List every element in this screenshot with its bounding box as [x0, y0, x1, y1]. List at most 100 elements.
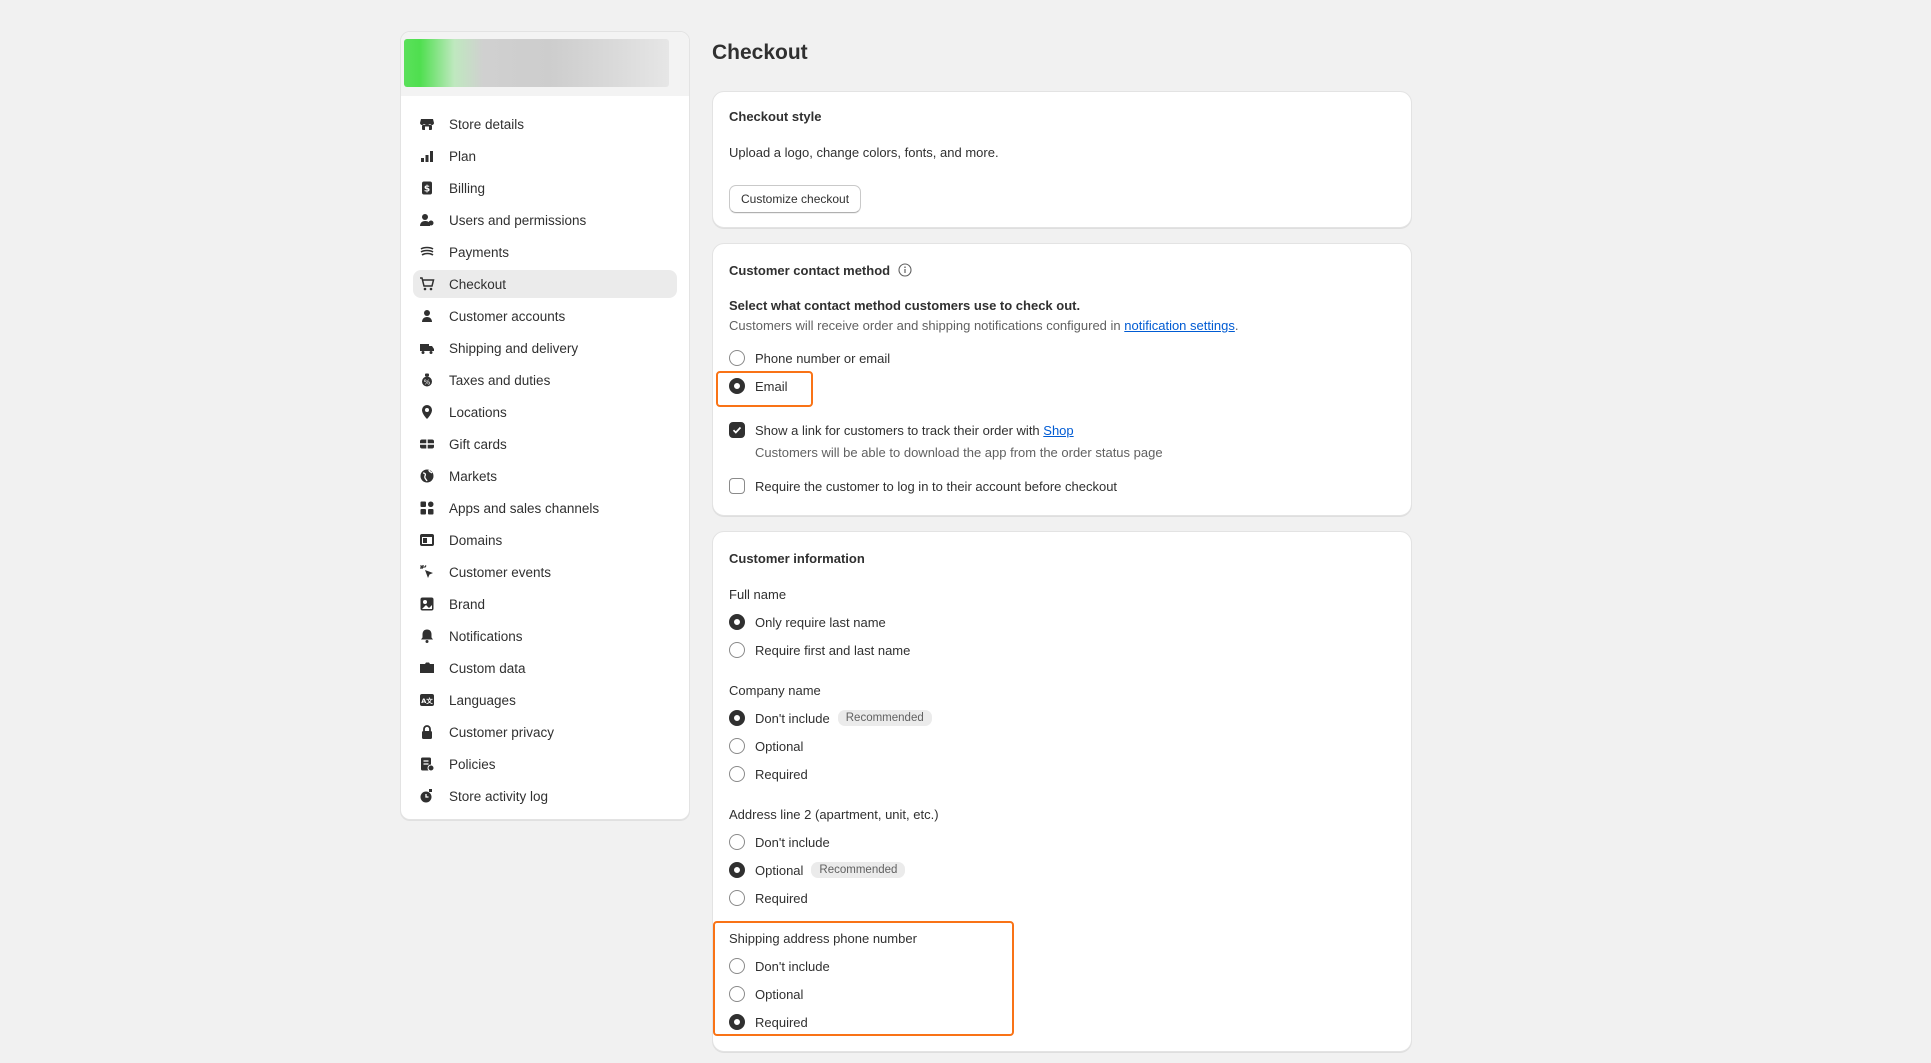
cursor-icon: [419, 564, 435, 580]
radio-address2-dont-include[interactable]: Don't include: [729, 832, 830, 852]
bell-icon: [419, 628, 435, 644]
sidebar-item-billing[interactable]: $ Billing: [413, 174, 677, 202]
svg-text:%: %: [424, 379, 431, 387]
full-name-label: Full name: [729, 587, 787, 602]
store-header[interactable]: [401, 32, 689, 96]
sidebar-item-label: Users and permissions: [449, 212, 587, 228]
require-login-checkbox-row[interactable]: Require the customer to log in to their …: [729, 476, 1117, 496]
sidebar-item-customer-privacy[interactable]: Customer privacy: [413, 718, 677, 746]
contact-method-title: Customer contact method: [729, 263, 891, 278]
radio-button[interactable]: [729, 710, 745, 726]
checkbox-label: Show a link for customers to track their…: [755, 423, 1074, 438]
radio-button[interactable]: [729, 766, 745, 782]
radio-button[interactable]: [729, 958, 745, 974]
cart-icon: [419, 276, 435, 292]
sidebar-item-apps[interactable]: Apps and sales channels: [413, 494, 677, 522]
sidebar-item-checkout[interactable]: Checkout: [413, 270, 677, 298]
contact-method-card: Customer contact method Select what cont…: [712, 243, 1412, 516]
notification-settings-link[interactable]: notification settings: [1124, 318, 1235, 333]
store-icon: [419, 116, 435, 132]
activity-icon: [419, 788, 435, 804]
radio-label: Optional: [755, 986, 804, 1002]
sidebar-item-label: Markets: [449, 468, 498, 484]
sidebar-item-taxes[interactable]: % Taxes and duties: [413, 366, 677, 394]
plan-icon: [419, 148, 435, 164]
sidebar-item-label: Checkout: [449, 276, 507, 292]
customize-checkout-button[interactable]: Customize checkout: [729, 185, 862, 213]
sidebar-item-shipping[interactable]: Shipping and delivery: [413, 334, 677, 362]
sidebar-item-label: Store activity log: [449, 788, 549, 804]
radio-label: Required: [755, 890, 808, 906]
sidebar-item-payments[interactable]: Payments: [413, 238, 677, 266]
radio-only-last-name[interactable]: Only require last name: [729, 612, 886, 632]
radio-label: Required: [755, 1014, 808, 1030]
info-icon[interactable]: [898, 263, 912, 277]
sidebar-item-custom-data[interactable]: Custom data: [413, 654, 677, 682]
address2-label: Address line 2 (apartment, unit, etc.): [729, 807, 939, 822]
radio-button[interactable]: [729, 890, 745, 906]
sidebar-item-label: Customer accounts: [449, 308, 566, 324]
shop-link[interactable]: Shop: [1043, 423, 1073, 438]
radio-email[interactable]: Email: [729, 376, 788, 396]
contact-method-question: Select what contact method customers use…: [729, 298, 1081, 313]
lock-icon: [419, 724, 435, 740]
radio-button[interactable]: [729, 862, 745, 878]
sidebar-item-locations[interactable]: Locations: [413, 398, 677, 426]
customer-information-card: Customer information Full name Only requ…: [712, 531, 1412, 1052]
radio-phone-dont-include[interactable]: Don't include: [729, 956, 830, 976]
radio-phone-optional[interactable]: Optional: [729, 984, 803, 1004]
radio-first-and-last-name[interactable]: Require first and last name: [729, 640, 910, 660]
radio-button[interactable]: [729, 738, 745, 754]
radio-button[interactable]: [729, 986, 745, 1002]
sidebar-item-notifications[interactable]: Notifications: [413, 622, 677, 650]
radio-button[interactable]: [729, 350, 745, 366]
sidebar-item-languages[interactable]: A文 Languages: [413, 686, 677, 714]
radio-button[interactable]: [729, 642, 745, 658]
radio-phone-or-email[interactable]: Phone number or email: [729, 348, 890, 368]
checkbox[interactable]: [729, 422, 745, 438]
radio-button[interactable]: [729, 1014, 745, 1030]
radio-label: Don't include: [755, 710, 830, 726]
track-order-checkbox-row[interactable]: Show a link for customers to track their…: [729, 420, 1074, 440]
checkout-style-title: Checkout style: [729, 109, 822, 124]
sidebar-item-users[interactable]: Users and permissions: [413, 206, 677, 234]
sidebar-item-store-details[interactable]: Store details: [413, 110, 677, 138]
sidebar-item-domains[interactable]: Domains: [413, 526, 677, 554]
sidebar-item-policies[interactable]: Policies: [413, 750, 677, 778]
track-link-help: Customers will be able to download the a…: [755, 445, 1163, 460]
radio-label: Don't include: [755, 834, 830, 850]
radio-address2-optional[interactable]: Optional Recommended: [729, 860, 906, 880]
sidebar-item-label: Brand: [449, 596, 486, 612]
sidebar-item-gift-cards[interactable]: Gift cards: [413, 430, 677, 458]
radio-label: Optional: [755, 862, 804, 878]
radio-phone-required[interactable]: Required: [729, 1012, 808, 1032]
sidebar-item-label: Custom data: [449, 660, 526, 676]
domain-icon: [419, 532, 435, 548]
sidebar-item-markets[interactable]: Markets: [413, 462, 677, 490]
settings-nav: Store details Plan $ Billing Users and p…: [401, 96, 689, 810]
sidebar-item-customer-accounts[interactable]: Customer accounts: [413, 302, 677, 330]
radio-button[interactable]: [729, 378, 745, 394]
sidebar-item-label: Customer privacy: [449, 724, 555, 740]
recommended-badge: Recommended: [811, 862, 906, 878]
billing-icon: $: [419, 180, 435, 196]
checkbox[interactable]: [729, 478, 745, 494]
sidebar-item-brand[interactable]: Brand: [413, 590, 677, 618]
radio-button[interactable]: [729, 614, 745, 630]
location-icon: [419, 404, 435, 420]
sidebar-item-label: Taxes and duties: [449, 372, 551, 388]
gift-card-icon: [419, 436, 435, 452]
checkout-style-description: Upload a logo, change colors, fonts, and…: [729, 145, 999, 160]
sidebar-item-customer-events[interactable]: Customer events: [413, 558, 677, 586]
person-icon: [419, 308, 435, 324]
radio-label: Email: [755, 378, 788, 394]
radio-address2-required[interactable]: Required: [729, 888, 808, 908]
radio-company-dont-include[interactable]: Don't include Recommended: [729, 708, 932, 728]
svg-text:$: $: [424, 185, 430, 195]
radio-company-optional[interactable]: Optional: [729, 736, 803, 756]
sidebar-item-plan[interactable]: Plan: [413, 142, 677, 170]
sidebar-item-activity-log[interactable]: Store activity log: [413, 782, 677, 810]
radio-company-required[interactable]: Required: [729, 764, 808, 784]
page-title: Checkout: [712, 41, 808, 64]
radio-button[interactable]: [729, 834, 745, 850]
